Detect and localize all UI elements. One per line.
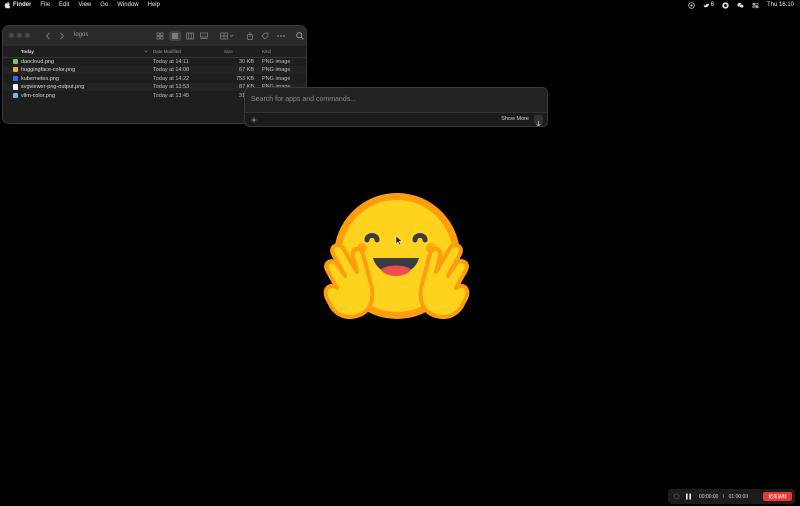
circle-app-icon[interactable]: [722, 1, 729, 9]
png-file-icon: [13, 75, 18, 82]
file-size: 67 KB: [239, 67, 254, 74]
grid-icon: [156, 32, 164, 40]
file-size: 30 KB: [239, 58, 254, 65]
file-name: daocloud.png: [21, 58, 55, 65]
file-kind: PNG image: [262, 75, 291, 82]
search-icon: [296, 32, 304, 40]
finder-toolbar: logos: [3, 26, 306, 46]
png-file-icon: [13, 92, 18, 99]
menu-go[interactable]: Go: [100, 0, 108, 10]
file-date: Today at 13:53: [153, 84, 190, 91]
column-header-kind[interactable]: Kind: [262, 49, 271, 54]
column-header-name[interactable]: Today: [21, 49, 34, 54]
file-kind: PNG image: [262, 67, 291, 74]
file-date: Today at 14:08: [153, 67, 190, 74]
command-search-placeholder: Search for apps and commands...: [251, 96, 357, 103]
menu-window[interactable]: Window: [117, 0, 138, 10]
target-icon[interactable]: [687, 1, 695, 9]
command-search-field[interactable]: Search for apps and commands...: [245, 88, 547, 113]
stop-recording-button[interactable]: 结束录制: [763, 492, 792, 501]
show-more-arrow[interactable]: [534, 115, 543, 126]
notification-count: 6: [710, 2, 714, 8]
png-file-icon: [13, 58, 18, 64]
column-header-size[interactable]: Size: [224, 49, 233, 54]
command-launcher: Search for apps and commands... Show Mor…: [244, 87, 548, 127]
file-name: kubernetes.png: [21, 75, 59, 82]
group-grid-icon: [220, 32, 234, 40]
zoom-window-button[interactable]: [25, 33, 30, 38]
menu-bar: Finder File Edit View Go Window Help 6 T…: [0, 0, 800, 10]
status-area: 6 Thu 16:10: [687, 0, 794, 10]
png-file-icon: [13, 84, 18, 90]
search-button[interactable]: [295, 31, 305, 41]
list-icon: [172, 33, 178, 39]
more-actions-button[interactable]: [275, 31, 287, 41]
menu-view[interactable]: View: [78, 0, 91, 10]
menu-file[interactable]: File: [40, 0, 50, 10]
sparkle-icon: [250, 116, 258, 124]
total-time: 01:00:00: [728, 494, 749, 500]
gallery-view-button[interactable]: [199, 31, 209, 41]
file-date: Today at 13:45: [153, 92, 190, 99]
menu-edit[interactable]: Edit: [59, 0, 69, 10]
back-icon[interactable]: [45, 32, 51, 40]
ellipsis-icon: [277, 35, 285, 37]
menu-help[interactable]: Help: [148, 0, 160, 10]
file-date: Today at 14:22: [153, 75, 190, 82]
file-name: svgviewer-png-output.png: [21, 84, 85, 91]
tag-icon: [261, 32, 269, 40]
tag-button[interactable]: [260, 31, 270, 41]
notification-status[interactable]: 6: [703, 0, 714, 10]
time-separator: /: [722, 494, 725, 500]
launcher-footer: Show More: [245, 113, 547, 126]
list-view-button[interactable]: [169, 31, 181, 41]
share-icon: [247, 32, 253, 40]
menu-app-name[interactable]: Finder: [13, 0, 31, 10]
forward-icon[interactable]: [59, 32, 65, 40]
bird-icon: [703, 2, 709, 7]
icon-view-button[interactable]: [155, 31, 165, 41]
minimize-window-button[interactable]: [17, 33, 22, 38]
show-more-button[interactable]: Show More: [501, 116, 529, 122]
file-date: Today at 14:11: [153, 58, 189, 65]
menubar-clock[interactable]: Thu 16:10: [767, 0, 794, 10]
close-window-button[interactable]: [9, 33, 14, 38]
elapsed-time: 00:00:00: [699, 494, 719, 500]
gallery-icon: [200, 32, 208, 39]
columns-icon: [186, 32, 194, 40]
finder-title: logos: [74, 32, 89, 38]
apple-icon[interactable]: [4, 0, 11, 10]
file-kind: PNG image: [262, 58, 291, 65]
recording-time: 00:00:00 / 01:00:00: [699, 494, 748, 500]
file-row[interactable]: kubernetes.png Today at 14:22 753 KB PNG…: [3, 74, 306, 83]
arrow-down-icon: [536, 121, 541, 126]
file-name: huggingface-color.png: [21, 67, 76, 74]
hugging-face-logo: [323, 193, 470, 319]
group-button[interactable]: [219, 31, 235, 41]
camera-off-icon[interactable]: [673, 493, 680, 500]
menu-list: Finder File Edit View Go Window Help: [13, 0, 160, 10]
file-row[interactable]: huggingface-color.png Today at 14:08 67 …: [3, 65, 306, 75]
file-row[interactable]: daocloud.png Today at 14:11 30 KB PNG im…: [3, 57, 306, 66]
control-center-icon[interactable]: [752, 2, 759, 9]
file-name: vllm-color.png: [21, 92, 55, 99]
share-button[interactable]: [245, 31, 255, 41]
sort-chevron-icon: [144, 50, 148, 53]
wechat-icon[interactable]: [737, 2, 744, 9]
file-size: 753 KB: [235, 75, 254, 82]
pause-icon[interactable]: [685, 493, 692, 500]
screen-recorder-bar: 00:00:00 / 01:00:00 结束录制: [668, 489, 795, 504]
png-file-icon: [13, 67, 18, 73]
column-view-button[interactable]: [185, 31, 195, 41]
column-header-date[interactable]: Date Modified: [153, 49, 181, 54]
